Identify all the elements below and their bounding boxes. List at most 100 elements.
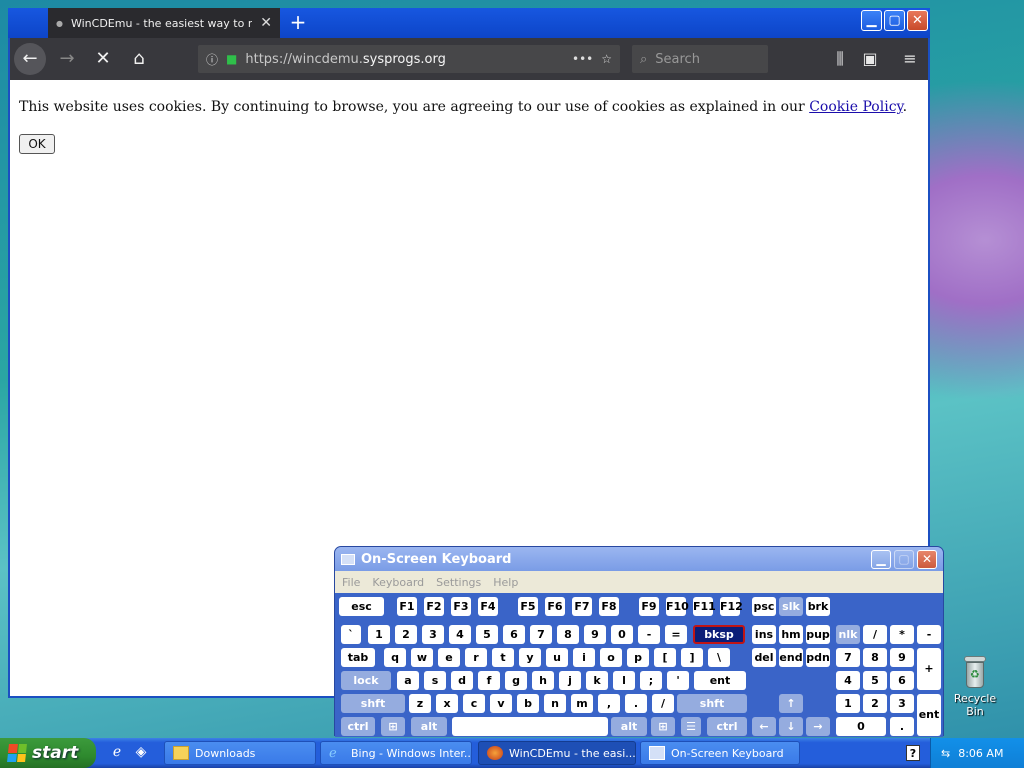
menu-help[interactable]: Help [493,576,518,589]
key-a[interactable]: a [397,671,419,690]
sidebar-icon[interactable]: ▣ [856,44,884,74]
close-window-button[interactable]: ✕ [907,10,928,31]
key-F10[interactable]: F10 [666,597,689,616]
clock[interactable]: 8:06 AM [958,747,1003,760]
osk-minimize-button[interactable]: ▁ [871,549,891,569]
key-b[interactable]: b [517,694,539,713]
key-x[interactable]: x [436,694,458,713]
page-actions-icon[interactable]: ••• [572,52,593,66]
key-+[interactable]: + [917,648,941,690]
key-z[interactable]: z [409,694,431,713]
key-shft[interactable]: shft [341,694,405,713]
url-text[interactable]: https://wincdemu.sysprogs.org [245,52,564,67]
key-;[interactable]: ; [640,671,662,690]
key-7[interactable]: 7 [836,648,860,667]
url-bar[interactable]: ⓘ ■ https://wincdemu.sysprogs.org ••• ☆ [198,45,620,73]
forward-button[interactable]: → [52,44,82,74]
key-k[interactable]: k [586,671,608,690]
taskbar-bing[interactable]: ℯ Bing - Windows Inter... [320,741,472,765]
maximize-button[interactable]: ▢ [884,10,905,31]
key-.[interactable]: . [625,694,647,713]
key-↓[interactable]: ↓ [779,717,803,736]
menu-file[interactable]: File [342,576,360,589]
key-bksp[interactable]: bksp [693,625,745,644]
key--[interactable]: - [638,625,660,644]
key-brk[interactable]: brk [806,597,830,616]
key-alt[interactable]: alt [411,717,447,736]
key-F12[interactable]: F12 [720,597,743,616]
key-[[interactable]: [ [654,648,676,667]
key--[interactable]: - [917,625,941,644]
key-][interactable]: ] [681,648,703,667]
key-s[interactable]: s [424,671,446,690]
key-nlk[interactable]: nlk [836,625,860,644]
key-1[interactable]: 1 [368,625,390,644]
key-3[interactable]: 3 [422,625,444,644]
key-space[interactable] [452,717,608,736]
key-t[interactable]: t [492,648,514,667]
taskbar-osk[interactable]: On-Screen Keyboard [640,741,800,765]
key-pup[interactable]: pup [806,625,830,644]
library-icon[interactable]: ⫼ [826,44,854,74]
key-4[interactable]: 4 [449,625,471,644]
info-icon[interactable]: ⓘ [206,51,218,68]
menu-keyboard[interactable]: Keyboard [372,576,424,589]
key-y[interactable]: y [519,648,541,667]
key-alt[interactable]: alt [611,717,647,736]
key-=[interactable]: = [665,625,687,644]
key-psc[interactable]: psc [752,597,776,616]
key-ctrl[interactable]: ctrl [341,717,375,736]
key-1[interactable]: 1 [836,694,860,713]
network-icon[interactable]: ⇆ [941,747,950,760]
key-5[interactable]: 5 [863,671,887,690]
key-2[interactable]: 2 [863,694,887,713]
key-F7[interactable]: F7 [572,597,592,616]
key-F6[interactable]: F6 [545,597,565,616]
close-tab-icon[interactable]: ✕ [260,15,272,31]
key-j[interactable]: j [559,671,581,690]
osk-titlebar[interactable]: On-Screen Keyboard ▁ ▢ ✕ [335,547,943,571]
key-5[interactable]: 5 [476,625,498,644]
key-del[interactable]: del [752,648,776,667]
help-icon[interactable]: ? [906,745,920,761]
key-h[interactable]: h [532,671,554,690]
taskbar-downloads[interactable]: Downloads [164,741,316,765]
minimize-button[interactable]: ▁ [861,10,882,31]
key-esc[interactable]: esc [339,597,384,616]
key-i[interactable]: i [573,648,595,667]
key-ent[interactable]: ent [917,694,941,736]
key-6[interactable]: 6 [890,671,914,690]
key-`[interactable]: ` [341,625,361,644]
key-lock[interactable]: lock [341,671,391,690]
key-w[interactable]: w [411,648,433,667]
key-end[interactable]: end [779,648,803,667]
key-F2[interactable]: F2 [424,597,444,616]
key-F3[interactable]: F3 [451,597,471,616]
key-tab[interactable]: tab [341,648,375,667]
key-ent[interactable]: ent [694,671,746,690]
windows-key[interactable]: ⊞ [651,717,675,736]
key-ins[interactable]: ins [752,625,776,644]
tab-wincdemu[interactable]: ● WinCDEmu - the easiest way to m ✕ [48,8,280,38]
key-0[interactable]: 0 [836,717,886,736]
taskbar-wincdemu[interactable]: WinCDEmu - the easi... [478,741,636,765]
key-F8[interactable]: F8 [599,597,619,616]
key-/[interactable]: / [652,694,674,713]
search-box[interactable]: ⌕ Search [632,45,768,73]
key-2[interactable]: 2 [395,625,417,644]
key-f[interactable]: f [478,671,500,690]
key-6[interactable]: 6 [503,625,525,644]
ie-quicklaunch-icon[interactable]: ℯ [108,744,126,762]
key-8[interactable]: 8 [557,625,579,644]
menu-icon[interactable]: ≡ [896,44,924,74]
key-u[interactable]: u [546,648,568,667]
windows-key[interactable]: ⊞ [381,717,405,736]
key-8[interactable]: 8 [863,648,887,667]
key-←[interactable]: ← [752,717,776,736]
key-shft[interactable]: shft [677,694,747,713]
key-o[interactable]: o [600,648,622,667]
key-q[interactable]: q [384,648,406,667]
showdesktop-quicklaunch-icon[interactable]: ◈ [132,744,150,762]
key-hm[interactable]: hm [779,625,803,644]
key-F5[interactable]: F5 [518,597,538,616]
